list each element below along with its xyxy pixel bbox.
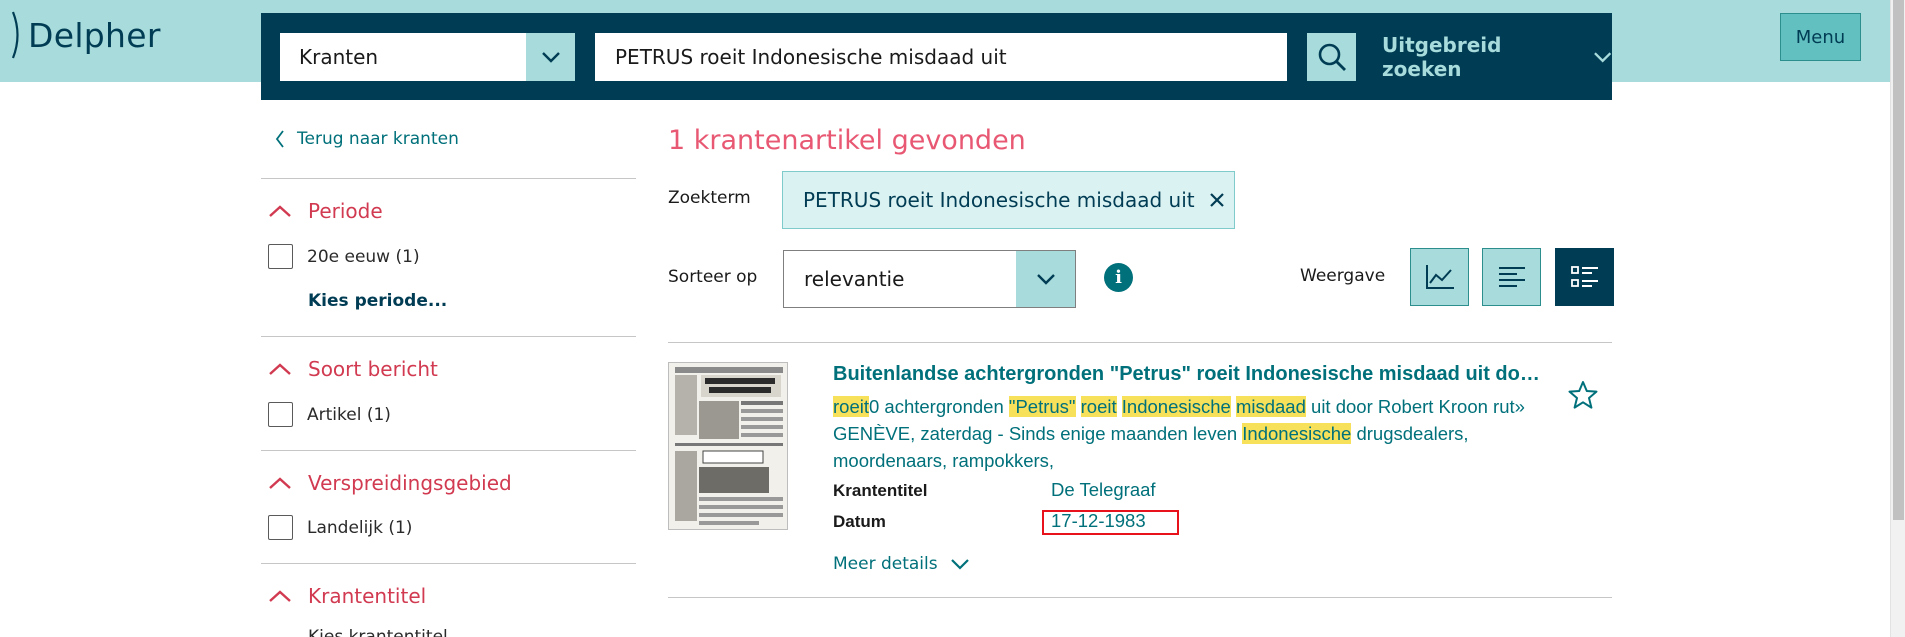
facet-header-verspreidingsgebied[interactable]: Verspreidingsgebied (268, 471, 512, 495)
results-count: 1 krantenartikel gevonden (668, 125, 1026, 156)
facet-option-landelijk[interactable]: Landelijk (1) (268, 515, 412, 540)
search-term-chip-label: PETRUS roeit Indonesische misdaad uit (803, 188, 1195, 212)
chevron-up-icon (269, 363, 291, 375)
facet-header-krantentitel[interactable]: Krantentitel (268, 584, 426, 608)
star-icon[interactable] (1568, 380, 1598, 410)
facet-title: Krantentitel (308, 584, 427, 608)
sort-dropdown-button[interactable] (1016, 251, 1075, 307)
divider (261, 178, 636, 179)
divider (668, 597, 1612, 598)
chevron-up-icon (269, 590, 291, 602)
krantentitel-value[interactable]: De Telegraaf (1051, 479, 1156, 501)
facet-title: Verspreidingsgebied (308, 471, 512, 495)
collection-select[interactable]: Kranten (280, 33, 575, 81)
back-label: Terug naar kranten (297, 129, 459, 149)
chevron-left-icon (275, 130, 284, 148)
line-chart-icon (1425, 265, 1454, 289)
snippet-text (1076, 396, 1081, 417)
highlighted-term: roeit (1080, 396, 1117, 417)
facet-option-label: Artikel (1) (307, 404, 391, 425)
more-details-label: Meer details (833, 554, 938, 574)
menu-button[interactable]: Menu (1780, 13, 1861, 61)
logo-text: Delpher (28, 15, 161, 55)
highlighted-term: Indonesische (1242, 423, 1352, 444)
facet-option-artikel[interactable]: Artikel (1) (268, 402, 391, 427)
search-bar: Kranten PETRUS roeit Indonesische misdaa… (261, 13, 1612, 100)
highlighted-term: misdaad (1235, 396, 1306, 417)
checkbox[interactable] (268, 402, 293, 427)
choose-newspaper-link[interactable]: Kies krantentitel (308, 627, 448, 637)
article-snippet: roeit0 achtergronden "Petrus" roeit Indo… (833, 393, 1563, 474)
facet-option-20e-eeuw[interactable]: 20e eeuw (1) (268, 244, 420, 269)
divider (261, 563, 636, 564)
divider (261, 336, 636, 337)
text-list-icon (1498, 267, 1525, 287)
close-icon[interactable] (1209, 192, 1225, 208)
detail-list-icon (1570, 266, 1598, 287)
search-button[interactable] (1307, 33, 1356, 81)
datum-label: Datum (833, 512, 886, 531)
highlighted-term: Indonesische (1121, 396, 1231, 417)
info-icon[interactable]: i (1104, 263, 1133, 292)
article-title-link[interactable]: Buitenlandse achtergronden "Petrus" roei… (833, 363, 1549, 386)
back-to-newspapers-link[interactable]: Terug naar kranten (275, 129, 459, 149)
chevron-up-icon (269, 205, 291, 217)
chevron-down-icon (1593, 52, 1611, 63)
vertical-scrollbar[interactable] (1890, 0, 1905, 637)
advanced-search-toggle[interactable]: Uitgebreid zoeken (1382, 33, 1612, 81)
search-input[interactable]: PETRUS roeit Indonesische misdaad uit (595, 33, 1287, 81)
view-label: Weergave (1300, 266, 1386, 286)
search-icon (1318, 43, 1346, 71)
advanced-search-label: Uitgebreid zoeken (1382, 33, 1502, 81)
choose-period-link[interactable]: Kies periode... (308, 291, 447, 311)
highlighted-term: "Petrus" (1008, 396, 1076, 417)
collection-dropdown-button[interactable] (526, 33, 575, 81)
sort-label: Sorteer op (668, 267, 758, 287)
facet-option-label: 20e eeuw (1) (307, 246, 420, 267)
more-details-toggle[interactable]: Meer details (833, 554, 970, 574)
krantentitel-label: Krantentitel (833, 481, 928, 500)
chevron-down-icon (1036, 274, 1055, 285)
facet-title: Periode (308, 199, 383, 223)
collection-value: Kranten (299, 45, 379, 69)
facet-header-soort-bericht[interactable]: Soort bericht (268, 357, 438, 381)
logo-bracket-icon (11, 11, 19, 59)
snippet-text: 0 achtergronden (869, 396, 1009, 417)
chevron-down-icon (541, 52, 560, 63)
view-graph-button[interactable] (1410, 248, 1469, 306)
facet-header-periode[interactable]: Periode (268, 199, 383, 223)
sort-select[interactable]: relevantie (783, 250, 1076, 308)
newspaper-page-image (669, 363, 787, 529)
search-term-chip[interactable]: PETRUS roeit Indonesische misdaad uit (782, 171, 1235, 229)
sort-value: relevantie (804, 267, 905, 291)
chevron-down-icon (950, 559, 969, 570)
checkbox[interactable] (268, 244, 293, 269)
zoekterm-label: Zoekterm (668, 188, 751, 208)
facet-title: Soort bericht (308, 357, 438, 381)
snippet-text (1117, 396, 1122, 417)
date-highlight-box (1042, 510, 1179, 535)
scrollbar-thumb[interactable] (1893, 0, 1904, 520)
view-detail-button[interactable] (1555, 248, 1614, 306)
highlighted-term: roeit (833, 396, 869, 417)
delpher-logo[interactable]: Delpher (10, 10, 161, 60)
checkbox[interactable] (268, 515, 293, 540)
divider (668, 342, 1612, 343)
article-thumbnail[interactable] (668, 362, 788, 530)
facet-option-label: Landelijk (1) (307, 517, 413, 538)
chevron-up-icon (269, 477, 291, 489)
divider (261, 450, 636, 451)
view-list-button[interactable] (1482, 248, 1541, 306)
